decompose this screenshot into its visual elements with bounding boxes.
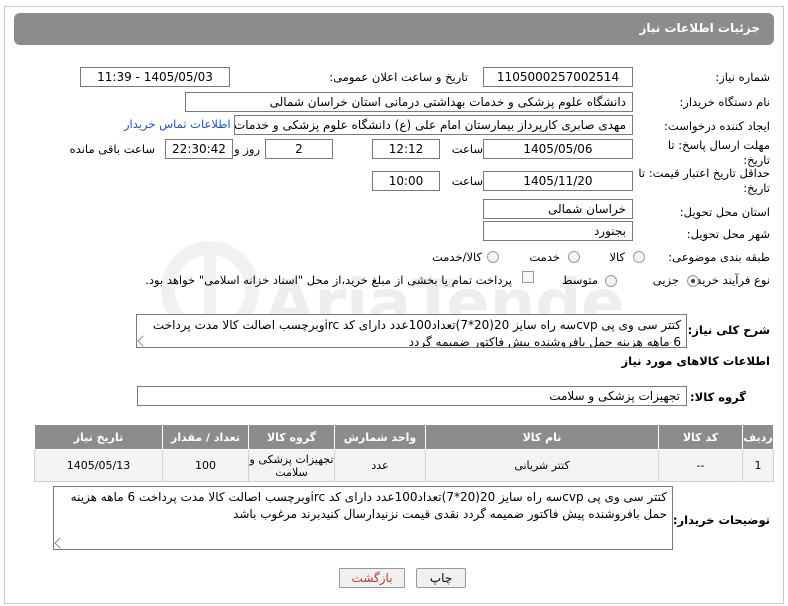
category-label: طبقه بندی موضوعی: xyxy=(668,250,770,264)
col-qty-header: تعداد / مقدار xyxy=(162,424,249,450)
buyer-org-field[interactable]: دانشگاه علوم پزشکی و خدمات بهداشتی درمان… xyxy=(185,92,633,112)
announce-field[interactable]: 1405/05/03 - 11:39 xyxy=(80,67,230,87)
requester-label: ایجاد کننده درخواست: xyxy=(664,119,770,133)
deadline-label: مهلت ارسال پاسخ: تا تاریخ: xyxy=(667,138,770,167)
goods-section-title: اطلاعات کالاهای مورد نیاز xyxy=(621,354,770,368)
deadline-date-field[interactable]: 1405/05/06 xyxy=(483,139,633,159)
resize-handle-icon[interactable] xyxy=(54,537,66,549)
min-validity-label: حداقل تاریخ اعتبار قیمت: تا تاریخ: xyxy=(638,166,770,195)
goods-table: ردیف کد کالا نام کالا واحد شمارش گروه کا… xyxy=(34,424,774,482)
back-button[interactable]: بازگشت xyxy=(339,568,405,588)
cell-qty: 100 xyxy=(162,449,249,482)
cell-code: -- xyxy=(658,449,743,482)
col-row-header: ردیف xyxy=(742,424,774,450)
process-medium-radio[interactable] xyxy=(605,275,617,287)
category-both-radio[interactable] xyxy=(487,251,499,263)
goods-group-field[interactable]: تجهیزات پزشکی و سلامت xyxy=(137,386,687,406)
cell-name: کتتر شریانی xyxy=(425,449,659,482)
remaining-label: ساعت باقی مانده xyxy=(69,142,155,156)
validity-time-field[interactable]: 10:00 xyxy=(372,171,440,191)
description-textarea[interactable]: کتتر سی وی پی cvpسه راه سایز 20(20*7)تعد… xyxy=(136,314,687,348)
description-label: شرح کلی نیاز: xyxy=(687,323,770,337)
process-medium-label: متوسط xyxy=(561,273,598,287)
resize-handle-icon[interactable] xyxy=(137,335,149,347)
days-label: روز و xyxy=(234,142,260,156)
province-label: استان محل تحویل: xyxy=(679,205,770,219)
validity-time-label: ساعت xyxy=(451,174,483,188)
process-partial-label: جزیی xyxy=(652,273,679,287)
deadline-time-label: ساعت xyxy=(451,142,483,156)
buyer-notes-text: کتتر سی وی پی cvpسه راه سایز 20(20*7)تعد… xyxy=(70,490,667,521)
process-label: نوع فرآیند خرید : xyxy=(688,273,770,287)
remaining-time-field[interactable]: 22:30:42 xyxy=(165,139,233,159)
category-goods-label: کالا xyxy=(609,250,625,264)
announce-label: تاریخ و ساعت اعلان عمومی: xyxy=(329,70,468,84)
category-service-radio[interactable] xyxy=(568,251,580,263)
need-number-label: شماره نیاز: xyxy=(715,70,770,84)
contact-buyer-link[interactable]: اطلاعات تماس خریدار xyxy=(124,117,231,131)
print-button[interactable]: چاپ xyxy=(416,568,466,588)
goods-table-header: ردیف کد کالا نام کالا واحد شمارش گروه کا… xyxy=(34,424,774,450)
description-text: کتتر سی وی پی cvpسه راه سایز 20(20*7)تعد… xyxy=(152,318,681,348)
province-field[interactable]: خراسان شمالی xyxy=(483,199,633,219)
requester-field[interactable]: مهدی صابری کارپرداز بیمارستان امام علی (… xyxy=(234,115,633,135)
need-number-field[interactable]: 1105000257002514 xyxy=(483,67,633,87)
col-code-header: کد کالا xyxy=(658,424,743,450)
buyer-notes-textarea[interactable]: کتتر سی وی پی cvpسه راه سایز 20(20*7)تعد… xyxy=(53,486,673,550)
buyer-org-label: نام دستگاه خریدار: xyxy=(679,95,770,109)
cell-group: تجهیزات پزشکی و سلامت xyxy=(248,449,335,482)
deadline-time-field[interactable]: 12:12 xyxy=(372,139,440,159)
validity-date-field[interactable]: 1405/11/20 xyxy=(483,171,633,191)
cell-date: 1405/05/13 xyxy=(34,449,163,482)
buyer-notes-label: توضیحات خریدار: xyxy=(672,513,770,527)
category-service-label: خدمت xyxy=(529,250,560,264)
cell-unit: عدد xyxy=(334,449,426,482)
treasury-payment-note: پرداخت تمام یا بخشی از مبلغ خرید،از محل … xyxy=(145,273,512,287)
page-title: جزئیات اطلاعات نیاز xyxy=(639,21,760,35)
days-field[interactable]: 2 xyxy=(265,139,333,159)
category-both-label: کالا/خدمت xyxy=(431,250,482,264)
process-partial-radio[interactable] xyxy=(687,275,699,287)
city-field[interactable]: بجنورد xyxy=(483,221,633,241)
table-row[interactable]: 1 -- کتتر شریانی عدد تجهیزات پزشکی و سلا… xyxy=(34,449,774,482)
col-unit-header: واحد شمارش xyxy=(334,424,426,450)
cell-row: 1 xyxy=(742,449,774,482)
header-bar: جزئیات اطلاعات نیاز xyxy=(14,13,774,45)
city-label: شهر محل تحویل: xyxy=(686,227,770,241)
col-date-header: تاریخ نیاز xyxy=(34,424,163,450)
col-name-header: نام کالا xyxy=(425,424,659,450)
col-group-header: گروه کالا xyxy=(248,424,335,450)
goods-group-label: گروه کالا: xyxy=(690,390,746,404)
category-goods-radio[interactable] xyxy=(633,251,645,263)
treasury-payment-checkbox[interactable] xyxy=(522,271,534,283)
